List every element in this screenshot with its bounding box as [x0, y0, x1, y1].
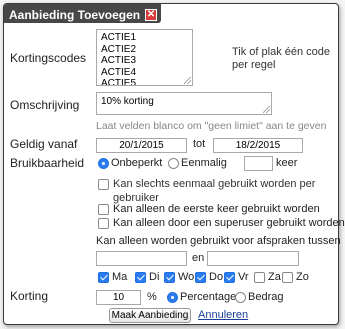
blank-fields-hint: Laat velden blanco om "geen limiet" aan …	[96, 120, 327, 132]
omschrijving-label: Omschrijving	[10, 98, 80, 112]
discount-amount-radio[interactable]	[235, 292, 246, 303]
weekday-za-checkbox[interactable]	[254, 272, 265, 283]
weekday-za-label: Za	[268, 271, 281, 283]
weekday-di-label: Di	[149, 271, 160, 283]
usage-count-input[interactable]	[244, 156, 273, 171]
geldig-vanaf-label: Geldig vanaf	[10, 137, 78, 151]
dialog-title: Aanbieding Toevoegen	[9, 7, 141, 22]
weekday-ma-checkbox[interactable]	[98, 272, 109, 283]
once-per-user-label: Kan slechts eenmaal gebruikt worden per …	[113, 178, 316, 204]
korting-label: Korting	[10, 289, 49, 303]
omschrijving-textarea[interactable]: 10% korting	[96, 92, 272, 115]
dialog: Aanbieding Toevoegen ✕ Kortingscodes ACT…	[3, 3, 345, 325]
percent-unit: %	[147, 291, 157, 303]
usage-unlimited-radio[interactable]	[98, 158, 109, 169]
discount-percentage-label: Percentage	[180, 291, 237, 303]
kortingscodes-label: Kortingscodes	[10, 51, 87, 65]
kortingscode-line: ACTIE1	[101, 32, 137, 43]
weekday-vr-label: Vr	[238, 271, 249, 283]
kortingscode-line: ACTIE2	[101, 43, 137, 55]
usage-once-label: Eenmalig	[181, 157, 227, 169]
cancel-link[interactable]: Annuleren	[198, 309, 248, 321]
usage-once-radio[interactable]	[168, 158, 179, 169]
en-label: en	[192, 252, 205, 264]
discount-value-input[interactable]: 10	[96, 290, 141, 305]
create-offer-button[interactable]: Maak Aanbieding	[109, 308, 191, 323]
kortingscode-line: ACTIE4	[101, 66, 137, 78]
valid-to-input[interactable]: 18/2/2015	[213, 138, 303, 153]
first-time-only-checkbox[interactable]	[98, 204, 109, 215]
weekday-zo-checkbox[interactable]	[282, 272, 293, 283]
dialog-titlebar: Aanbieding Toevoegen ✕	[4, 4, 162, 23]
bruikbaarheid-label: Bruikbaarheid	[10, 156, 85, 170]
omschrijving-value: 10% korting	[101, 96, 154, 107]
first-time-only-label: Kan alleen de eerste keer gebruikt worde…	[113, 203, 320, 215]
once-per-user-checkbox[interactable]	[98, 179, 109, 190]
weekday-wo-checkbox[interactable]	[164, 272, 175, 283]
superuser-only-label: Kan alleen door een superuser gebruikt w…	[113, 217, 345, 229]
close-icon[interactable]: ✕	[145, 8, 158, 21]
weekday-di-checkbox[interactable]	[135, 272, 146, 283]
superuser-only-checkbox[interactable]	[98, 218, 109, 229]
kortingscode-line: ACTIE3	[101, 55, 137, 66]
weekday-ma-label: Ma	[112, 271, 128, 283]
weekday-zo-label: Zo	[296, 271, 309, 283]
discount-percentage-radio[interactable]	[167, 292, 178, 303]
resize-grip-icon[interactable]	[263, 106, 270, 113]
kortingscodes-textarea[interactable]: ACTIE1 ACTIE2 ACTIE3 ACTIE4 ACTIE5	[96, 29, 193, 86]
kortingscode-line: ACTIE5	[101, 78, 137, 86]
discount-amount-label: Bedrag	[248, 291, 284, 303]
weekday-wo-label: Wo	[178, 271, 195, 283]
kortingscodes-help: Tik of plak één code per regel	[232, 46, 331, 71]
weekday-vr-checkbox[interactable]	[224, 272, 235, 283]
tot-label: tot	[193, 138, 206, 150]
appointments-end-input[interactable]	[207, 251, 299, 266]
usage-count-suffix: keer	[276, 157, 298, 169]
resize-grip-icon[interactable]	[184, 77, 191, 84]
appointments-start-input[interactable]	[96, 251, 187, 266]
valid-from-input[interactable]: 20/1/2015	[96, 138, 187, 153]
weekday-do-label: Do	[209, 271, 224, 283]
appointments-between-label: Kan alleen worden gebruikt voor afsprake…	[96, 235, 341, 247]
weekday-do-checkbox[interactable]	[195, 272, 206, 283]
usage-unlimited-label: Onbeperkt	[111, 157, 163, 169]
